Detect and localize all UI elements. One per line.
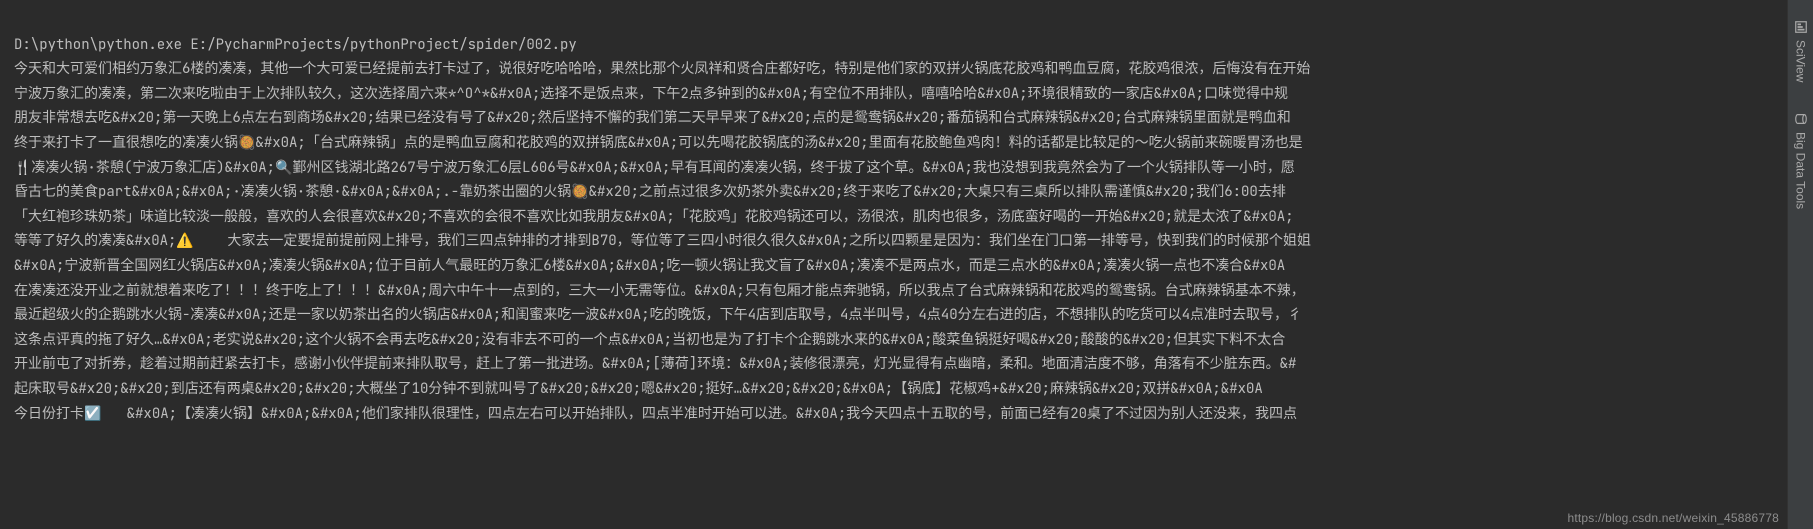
output-line: 起床取号&#x20;&#x20;到店还有两桌&#x20;&#x20;大概坐了10… [14, 380, 1263, 398]
tab-big-data-tools-label: Big Data Tools [1794, 132, 1808, 209]
output-line: 等等了好久的凑凑&#x0A;⚠️ 大家去一定要提前提前网上排号，我们三四点钟排的… [14, 232, 1311, 250]
output-line: 这条点评真的拖了好久…&#x0A;老实说&#x20;这个火锅不会再去吃&#x20… [14, 331, 1285, 349]
command-line: D:\python\python.exe E:/PycharmProjects/… [14, 36, 577, 54]
output-line: 今日份打卡☑️ &#x0A;【凑凑火锅】&#x0A;&#x0A;他们家排队很理性… [14, 405, 1297, 423]
output-line: &#x0A;宁波新晋全国网红火锅店&#x0A;凑凑火锅&#x0A;位于目前人气最… [14, 257, 1285, 275]
tab-big-data-tools[interactable]: Big Data Tools [1794, 112, 1808, 209]
tab-sciview-label: SciView [1794, 40, 1808, 82]
output-line: 朋友非常想去吃&#x20;第一天晚上6点左右到商场&#x20;结果已经没有号了&… [14, 109, 1291, 127]
tab-sciview[interactable]: SciView [1794, 20, 1808, 82]
output-line: 昏古七的美食part&#x0A;&#x0A;·凑凑火锅·茶憩·&#x0A;&#x… [14, 183, 1286, 201]
output-line: 最近超级火的企鹅跳水火锅-凑凑&#x0A;还是一家以奶茶出名的火锅店&#x0A;… [14, 306, 1302, 324]
output-line: 开业前屯了对折券，趁着过期前赶紧去打卡，感谢小伙伴提前来排队取号，赶上了第一批进… [14, 355, 1296, 373]
output-line: 今天和大可爱们相约万象汇6楼的凑凑，其他一个大可爱已经提前去打卡过了，说很好吃哈… [14, 60, 1310, 78]
output-line: 终于来打卡了一直很想吃的凑凑火锅🥘&#x0A;「台式麻辣锅」点的是鸭血豆腐和花胶… [14, 134, 1303, 152]
right-tool-stripe: SciView Big Data Tools [1787, 0, 1813, 529]
watermark-text: https://blog.csdn.net/weixin_45886778 [1567, 511, 1779, 525]
output-line: 🍴凑凑火锅·茶憩(宁波万象汇店)&#x0A;🔍鄞州区钱湖北路267号宁波万象汇6… [14, 159, 1295, 177]
database-icon [1794, 112, 1808, 126]
sciview-icon [1794, 20, 1808, 34]
output-line: 宁波万象汇的凑凑，第二次来吃啦由于上次排队较久，这次选择周六来*^O^*&#x0… [14, 85, 1288, 103]
output-line: 「大红袍珍珠奶茶」味道比较淡一般般，喜欢的人会很喜欢&#x20;不喜欢的会很不喜… [14, 208, 1294, 226]
run-console[interactable]: D:\python\python.exe E:/PycharmProjects/… [0, 0, 1780, 529]
output-line: 在凑凑还没开业之前就想着来吃了！！！终于吃上了！！！&#x0A;周六中午十一点到… [14, 282, 1305, 300]
